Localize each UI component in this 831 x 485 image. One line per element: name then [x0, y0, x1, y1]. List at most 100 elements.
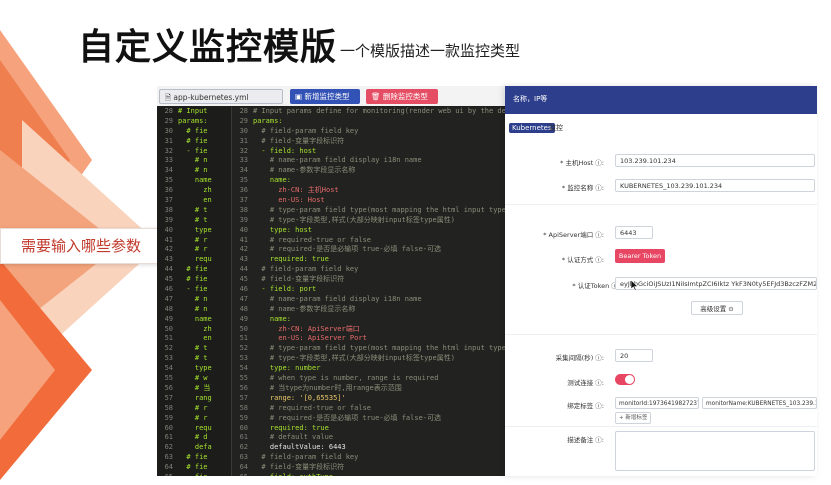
token-input[interactable]: eyJhbGciOiJSUzI1NiIsImtpZCI6Iktz YkF3N0t…: [615, 277, 817, 290]
code-line[interactable]: 43 requ: [157, 255, 231, 265]
code-line[interactable]: 58 # r: [157, 404, 231, 414]
code-line[interactable]: 31 # fie: [157, 137, 231, 147]
description-textarea[interactable]: [615, 431, 815, 471]
code-line[interactable]: 47 # name-param field display i18n name: [232, 295, 505, 305]
code-line[interactable]: 39 # type-字段类型,样式(大部分映射input标签type属性): [232, 216, 505, 226]
code-line[interactable]: 37 en: [157, 196, 231, 206]
code-line[interactable]: 34 # n: [157, 166, 231, 176]
code-line[interactable]: 51 en-US: ApiServer Port: [232, 334, 505, 344]
host-input[interactable]: 103.239.101.234: [615, 154, 815, 167]
code-area[interactable]: 28 # Input 29 params: 30 # fie 31 # fie 32 - f…: [157, 107, 505, 476]
code-line[interactable]: 52 # type-param field type(most mapping …: [232, 344, 505, 354]
code-line[interactable]: 63 # fie: [157, 453, 231, 463]
code-line[interactable]: 56 # 当: [157, 384, 231, 394]
code-line[interactable]: 29 params:: [232, 117, 505, 127]
code-line[interactable]: 52 # t: [157, 344, 231, 354]
code-line[interactable]: 49 name: [157, 315, 231, 325]
code-line[interactable]: 60 requ: [157, 424, 231, 434]
code-line[interactable]: 46 - field: port: [232, 285, 505, 295]
code-line[interactable]: 62 defaultValue: 6443: [232, 443, 505, 453]
test-connection-toggle[interactable]: [615, 374, 635, 385]
code-line[interactable]: 48 # name-参数字段显示名称: [232, 305, 505, 315]
code-line[interactable]: 61 # default value: [232, 433, 505, 443]
code-line[interactable]: 38 # t: [157, 206, 231, 216]
code-text: - field: host: [253, 146, 317, 155]
code-text: en: [178, 334, 212, 343]
crumb-kubernetes[interactable]: Kubernetes: [509, 123, 555, 133]
code-line[interactable]: 45 # field-变量字段标识符: [232, 275, 505, 285]
code-line[interactable]: 48 # n: [157, 305, 231, 315]
code-line[interactable]: 30 # field-param field key: [232, 127, 505, 137]
code-line[interactable]: 42 # required-是否是必输项 true-必填 false-可选: [232, 245, 505, 255]
code-line[interactable]: 55 # when type is number, range is requi…: [232, 374, 505, 384]
code-line[interactable]: 36 zh-CN: 主机Host: [232, 186, 505, 196]
code-line[interactable]: 50 zh: [157, 325, 231, 335]
code-line[interactable]: 57 rang: [157, 394, 231, 404]
code-line[interactable]: 50 zh-CN: ApiServer端口: [232, 325, 505, 335]
code-text: defaultValue: 6443: [253, 443, 346, 452]
bearer-token-button[interactable]: Bearer Token: [615, 249, 665, 263]
code-line[interactable]: 65 - fie: [157, 473, 231, 476]
code-line[interactable]: 44 # fie: [157, 265, 231, 275]
code-line[interactable]: 61 # d: [157, 433, 231, 443]
code-line[interactable]: 49 name:: [232, 315, 505, 325]
code-line[interactable]: 32 - fie: [157, 147, 231, 157]
code-line[interactable]: 41 # r: [157, 236, 231, 246]
add-tag-button[interactable]: + 新增标签: [615, 412, 652, 424]
code-line[interactable]: 32 - field: host: [232, 147, 505, 157]
code-line[interactable]: 29 params:: [157, 117, 231, 127]
code-line[interactable]: 28 # Input params define for monitoring(r…: [232, 107, 505, 117]
code-line[interactable]: 56 # 当type为number时,用range表示范围: [232, 384, 505, 394]
file-tab[interactable]: 🗎 app-kubernetes.yml: [159, 89, 283, 104]
code-line[interactable]: 63 # field-param field key: [232, 453, 505, 463]
code-line[interactable]: 54 type: number: [232, 364, 505, 374]
code-line[interactable]: 45 # fie: [157, 275, 231, 285]
code-line[interactable]: 62 defa: [157, 443, 231, 453]
code-line[interactable]: 59 # r: [157, 414, 231, 424]
monitor-name-input[interactable]: KUBERNETES_103.239.101.234: [615, 179, 815, 192]
code-line[interactable]: 30 # fie: [157, 127, 231, 137]
code-line[interactable]: 46 - fie: [157, 285, 231, 295]
code-text: requ: [178, 423, 212, 432]
code-line[interactable]: 58 # required-true or false: [232, 404, 505, 414]
code-pane-right[interactable]: 28 # Input params define for monitoring(r…: [231, 107, 505, 476]
code-line[interactable]: 33 # n: [157, 156, 231, 166]
code-line[interactable]: 64 # field-变量字段标识符: [232, 463, 505, 473]
delete-monitor-type-button[interactable]: 🗑 删除监控类型: [366, 89, 438, 104]
code-line[interactable]: 60 required: true: [232, 424, 505, 434]
code-line[interactable]: 55 # w: [157, 374, 231, 384]
code-line[interactable]: 35 name: [157, 176, 231, 186]
interval-input[interactable]: 20: [615, 349, 653, 362]
code-line[interactable]: 43 required: true: [232, 255, 505, 265]
code-line[interactable]: 47 # n: [157, 295, 231, 305]
code-line[interactable]: 35 name:: [232, 176, 505, 186]
advanced-settings-button[interactable]: 高级设置 ⊙: [691, 301, 743, 315]
add-monitor-type-button[interactable]: ▣ 新增监控类型: [290, 89, 360, 104]
code-line[interactable]: 36 zh: [157, 186, 231, 196]
code-line[interactable]: 28 # Input: [157, 107, 231, 117]
code-line[interactable]: 33 # name-param field display i18n name: [232, 156, 505, 166]
code-line[interactable]: 54 type: [157, 364, 231, 374]
code-line[interactable]: 65 - field: authType: [232, 473, 505, 476]
line-number: 61: [239, 433, 248, 442]
code-line[interactable]: 57 range: '[0,65535]': [232, 394, 505, 404]
code-line[interactable]: 40 type: [157, 226, 231, 236]
tag-monitor-id[interactable]: monitorId:1973641982723768: [615, 397, 699, 409]
port-input[interactable]: 6443: [615, 226, 653, 239]
tag-monitor-name[interactable]: monitorName:KUBERNETES_103.239.101.23: [702, 397, 817, 409]
code-line[interactable]: 38 # type-param field type(most mapping …: [232, 206, 505, 216]
code-line[interactable]: 59 # required-是否是必输项 true-必填 false-可选: [232, 414, 505, 424]
code-line[interactable]: 41 # required-true or false: [232, 236, 505, 246]
code-line[interactable]: 53 # t: [157, 354, 231, 364]
code-line[interactable]: 42 # r: [157, 245, 231, 255]
code-line[interactable]: 37 en-US: Host: [232, 196, 505, 206]
code-line[interactable]: 53 # type-字段类型,样式(大部分映射input标签type属性): [232, 354, 505, 364]
code-line[interactable]: 39 # t: [157, 216, 231, 226]
code-line[interactable]: 34 # name-参数字段显示名称: [232, 166, 505, 176]
code-line[interactable]: 51 en: [157, 334, 231, 344]
code-line[interactable]: 40 type: host: [232, 226, 505, 236]
code-line[interactable]: 44 # field-param field key: [232, 265, 505, 275]
code-pane-left[interactable]: 28 # Input 29 params: 30 # fie 31 # fie 32 - f…: [157, 107, 231, 476]
code-line[interactable]: 64 # fie: [157, 463, 231, 473]
code-line[interactable]: 31 # field-变量字段标识符: [232, 137, 505, 147]
